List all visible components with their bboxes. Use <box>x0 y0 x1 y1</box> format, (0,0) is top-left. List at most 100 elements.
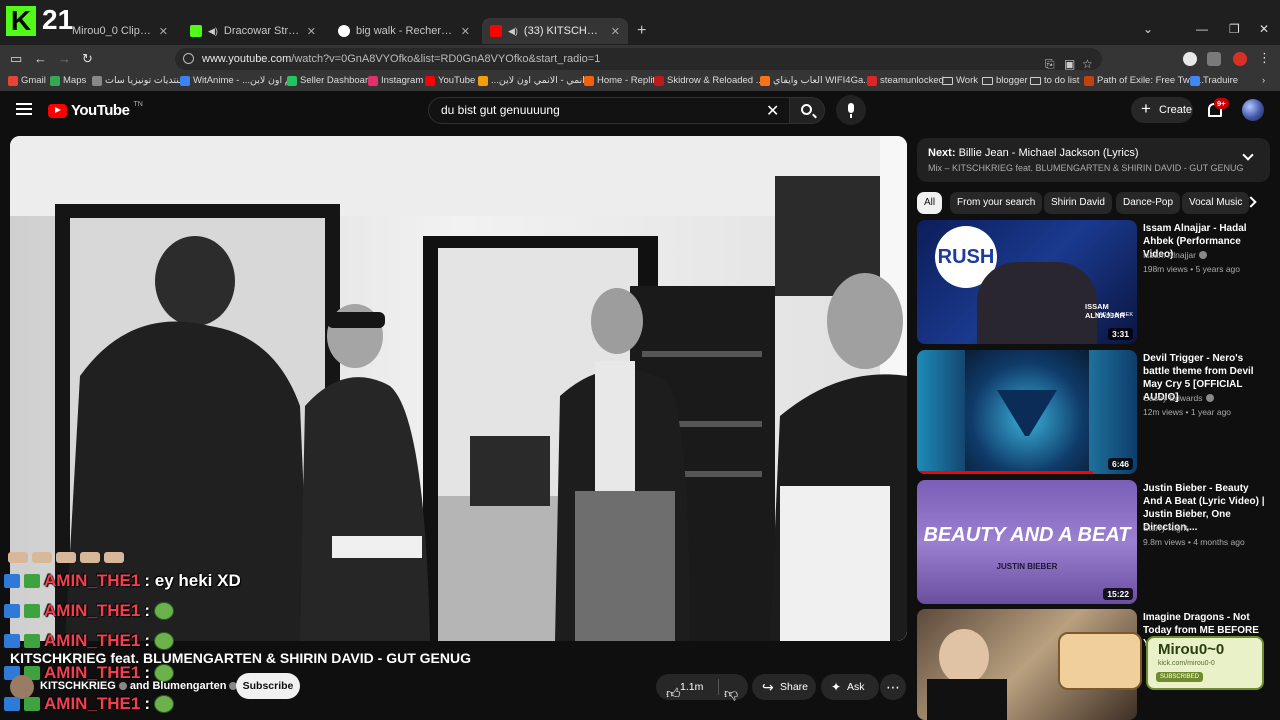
chat-message: AMIN_THE1 : ey heki XD <box>4 569 241 593</box>
bookmark-replit[interactable]: Home - Replit <box>584 75 655 86</box>
install-app-icon[interactable]: ⎘ <box>1045 53 1055 75</box>
clear-search-icon[interactable]: ✕ <box>766 101 779 121</box>
up-next-panel[interactable]: Next: Billie Jean - Michael Jackson (Lyr… <box>917 138 1270 182</box>
emote-strip <box>8 552 124 564</box>
site-info-icon[interactable] <box>183 53 194 64</box>
address-bar[interactable]: www.youtube.com/watch?v=0GnA8VYOfko&list… <box>175 48 1102 71</box>
browser-menu-icon[interactable]: ⋮ <box>1258 50 1271 66</box>
bookmark-tunisia-sat[interactable]: منتديات تونيزيا سات <box>92 75 184 86</box>
more-bookmarks-icon[interactable]: › <box>1262 75 1265 86</box>
tab-youtube-active[interactable]: ◀) (33) KITSCHKRIEG feat. BLU ✕ <box>482 18 628 44</box>
steamunlocked-icon <box>867 75 877 86</box>
bookmark-traduire[interactable]: Traduire <box>1190 75 1238 86</box>
chip-dance-pop[interactable]: Dance-Pop <box>1116 192 1181 214</box>
tab-title: big walk - Recherche Google <box>356 25 455 37</box>
bookmark-folder-work[interactable]: Work <box>942 75 978 86</box>
video-player[interactable] <box>10 136 907 641</box>
reload-button[interactable]: ↻ <box>82 51 93 67</box>
search-input[interactable]: du bist gut genuuuung <box>428 97 790 124</box>
watch-progress-bar <box>917 471 1093 474</box>
close-icon[interactable]: ✕ <box>611 25 620 38</box>
mod-badge-icon <box>24 697 40 711</box>
bookmark-skidrow[interactable]: Skidrow & Reloaded ... <box>654 75 764 86</box>
bookmark-star-icon[interactable]: ☆ <box>1082 53 1093 75</box>
back-button[interactable]: ← <box>34 51 47 66</box>
video-thumbnail[interactable]: 6:46 <box>917 350 1137 474</box>
verified-icon <box>118 682 127 690</box>
bookmark-instagram[interactable]: Instagram <box>368 75 423 86</box>
bookmark-wifi4games[interactable]: العاب وايفاي WIFI4Ga... <box>760 75 871 86</box>
chip-vocal-music[interactable]: Vocal Music <box>1182 192 1250 214</box>
like-dislike-group: 👍︎ 1.1m 👎︎ <box>656 674 748 701</box>
recommendation-item[interactable]: RUSH ISSAM ALNAJJAR HADAL AHBEK 3:31 Iss… <box>917 220 1270 344</box>
share-button[interactable]: ↪ Share <box>752 674 816 700</box>
minimize-button[interactable]: — <box>1196 22 1208 36</box>
tab-mirou-clips[interactable]: Mirou0_0 Clips - Watch Live ✕ <box>64 18 176 44</box>
profile-extension-icon[interactable] <box>1183 52 1197 66</box>
create-button[interactable]: Create <box>1131 96 1193 123</box>
chip-from-your-search[interactable]: From your search <box>950 192 1043 214</box>
like-count[interactable]: 1.1m <box>680 674 703 700</box>
sub-badge-icon <box>4 697 20 711</box>
kick-icon <box>190 25 202 37</box>
recommendation-channel[interactable]: Starry Night <box>1143 523 1188 533</box>
tab-dracowar-stream[interactable]: ◀) Dracowar Stream - Watch Li ✕ <box>182 18 324 44</box>
recommendation-item[interactable]: 6:46 Devil Trigger - Nero's battle theme… <box>917 350 1270 474</box>
chip-all[interactable]: All <box>917 192 943 214</box>
record-extension-icon[interactable] <box>1233 52 1247 66</box>
skidrow-icon <box>654 75 664 86</box>
extensions-puzzle-icon[interactable] <box>1207 52 1221 66</box>
bookmark-seller-dashboard[interactable]: Seller Dashboard <box>287 75 373 86</box>
side-panel-icon[interactable]: ▭ <box>10 51 22 67</box>
youtube-logo[interactable]: YouTube TN <box>48 101 143 119</box>
chip-shirin-david[interactable]: Shirin David <box>1044 192 1112 214</box>
recommendation-channel[interactable]: Casey Edwards <box>1143 393 1214 403</box>
sub-badge-icon <box>4 634 20 648</box>
chevron-down-icon[interactable] <box>1242 149 1254 161</box>
tab-google-search[interactable]: big walk - Recherche Google ✕ <box>330 18 478 44</box>
close-icon[interactable]: ✕ <box>307 25 316 38</box>
ask-button[interactable]: ✦ Ask <box>821 674 879 700</box>
restore-button[interactable]: ❐ <box>1229 22 1240 36</box>
recommendation-channel[interactable]: Issam Alnajjar <box>1143 250 1207 260</box>
tab-search-chevron-icon[interactable]: ⌄ <box>1143 22 1153 36</box>
more-actions-button[interactable]: ⋯ <box>880 674 906 700</box>
bookmark-folder-todo[interactable]: to do list <box>1030 75 1079 86</box>
video-thumbnail[interactable]: RUSH ISSAM ALNAJJAR HADAL AHBEK 3:31 <box>917 220 1137 344</box>
voice-search-mic-icon[interactable] <box>836 95 866 125</box>
bookmark-folder-blogger[interactable]: blogger <box>982 75 1028 86</box>
wing-shape <box>997 390 1057 450</box>
close-icon[interactable]: ✕ <box>159 25 168 38</box>
like-thumb-icon[interactable]: 👍︎ <box>666 680 681 706</box>
channel-name[interactable]: KITSCHKRIEG and Blumengarten <box>40 680 238 692</box>
bookmark-maps[interactable]: Maps <box>50 75 86 86</box>
bookmark-steamunlocked[interactable]: steamunlocked <box>867 75 944 86</box>
video-thumbnail[interactable]: BEAUTY AND A BEAT JUSTIN BIEBER 15:22 <box>917 480 1137 604</box>
instagram-icon <box>368 75 378 86</box>
subscribe-button[interactable]: Subscribe <box>236 673 300 699</box>
country-code: TN <box>133 101 143 108</box>
close-window-button[interactable]: ✕ <box>1259 22 1269 36</box>
forward-button[interactable]: → <box>58 51 71 66</box>
search-button[interactable] <box>789 97 825 124</box>
bookmark-path-of-exile[interactable]: Path of Exile: Free Twili... <box>1084 75 1204 86</box>
recommendation-meta: 9.8m views • 4 months ago <box>1143 537 1245 547</box>
browser-tab-strip: K 21 Mirou0_0 Clips - Watch Live ✕ ◀) Dr… <box>0 0 1280 45</box>
cat-overlay-image <box>1058 632 1142 690</box>
dislike-thumb-icon[interactable]: 👎︎ <box>724 680 738 706</box>
speaker-icon[interactable]: ◀) <box>508 26 518 37</box>
chat-username: AMIN_THE1 <box>44 571 141 590</box>
recommendation-item[interactable]: BEAUTY AND A BEAT JUSTIN BIEBER 15:22 Ju… <box>917 480 1270 604</box>
bookmark-gmail[interactable]: Gmail <box>8 75 46 86</box>
cast-icon[interactable]: ▣ <box>1064 53 1075 75</box>
bookmark-youtube[interactable]: YouTube <box>425 75 475 86</box>
speaker-icon[interactable]: ◀) <box>208 26 218 37</box>
guide-menu-icon[interactable] <box>16 103 32 115</box>
bookmark-icon <box>760 75 770 86</box>
tab-title: (33) KITSCHKRIEG feat. BLU <box>523 25 605 37</box>
bookmark-witanime[interactable]: WitAnime - ...م اون لاين <box>180 75 291 86</box>
bookmark-anime-site[interactable]: ...د انمي - الانمي اون لاين <box>478 75 592 86</box>
close-icon[interactable]: ✕ <box>461 25 470 38</box>
new-tab-button[interactable]: + <box>637 22 646 40</box>
account-avatar[interactable] <box>1242 99 1264 121</box>
